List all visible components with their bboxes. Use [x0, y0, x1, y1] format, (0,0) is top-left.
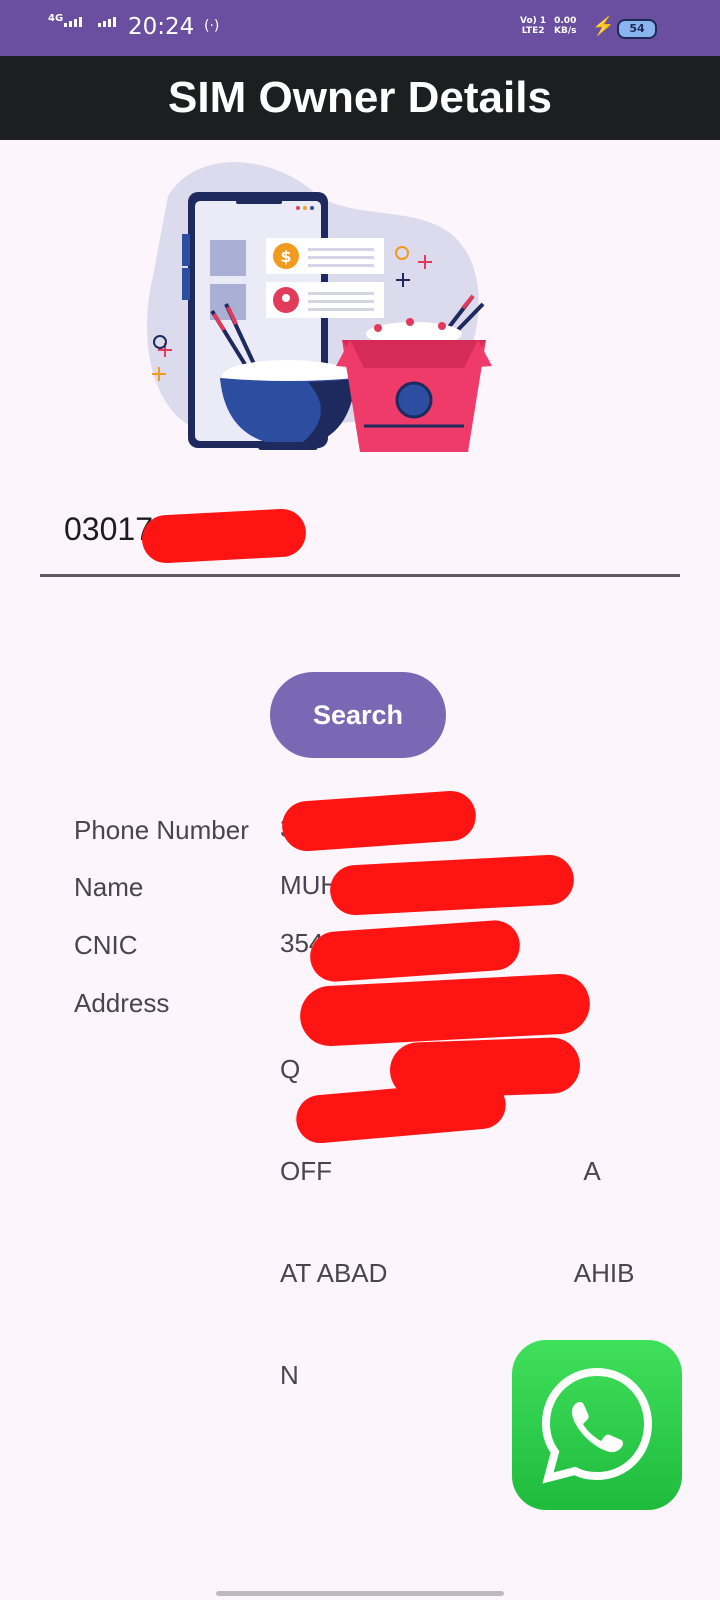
- signal-strength-2-icon: [98, 17, 116, 27]
- network-speed-unit: KB/s: [554, 26, 577, 36]
- redaction-mark: [328, 853, 576, 917]
- search-button[interactable]: Search: [270, 672, 446, 758]
- redaction-mark: [280, 789, 478, 853]
- whatsapp-button[interactable]: [512, 1340, 682, 1510]
- address-line: OFF A: [280, 1156, 601, 1186]
- volte-indicator: Vo) 1 LTE2: [520, 16, 546, 36]
- volte-label-bottom: LTE2: [521, 26, 545, 36]
- network-speed-value: 0.00: [554, 16, 577, 26]
- svg-text:$: $: [280, 247, 291, 266]
- phone-number-label: Phone Number: [74, 815, 249, 845]
- battery-indicator: 54: [617, 19, 657, 39]
- app-bar: SIM Owner Details: [0, 56, 720, 140]
- status-bar: 4G 20:24 (·) Vo) 1 LTE2 0.00 KB/s ⚡ 54: [0, 0, 720, 56]
- name-label: Name: [74, 872, 144, 902]
- clock: 20:24: [128, 14, 195, 40]
- phone-number-input[interactable]: [40, 505, 680, 553]
- address-line: AT ABAD AHIB: [280, 1258, 635, 1288]
- redaction-mark: [308, 918, 522, 984]
- signal-strength-icon: [64, 17, 82, 27]
- cnic-label: CNIC: [74, 930, 138, 960]
- address-label: Address: [74, 988, 170, 1018]
- network-type-label: 4G: [48, 13, 64, 24]
- volte-label-top: Vo) 1: [520, 16, 547, 26]
- app-title: SIM Owner Details: [168, 73, 552, 122]
- phone-food-illustration: $: [146, 162, 492, 452]
- whatsapp-icon: [541, 1367, 653, 1484]
- charging-icon: ⚡: [592, 16, 615, 36]
- home-indicator[interactable]: [216, 1591, 504, 1596]
- redaction-mark: [140, 507, 308, 565]
- hotspot-icon: (·): [204, 18, 220, 34]
- input-underline: [40, 574, 680, 577]
- network-speed: 0.00 KB/s: [554, 16, 576, 36]
